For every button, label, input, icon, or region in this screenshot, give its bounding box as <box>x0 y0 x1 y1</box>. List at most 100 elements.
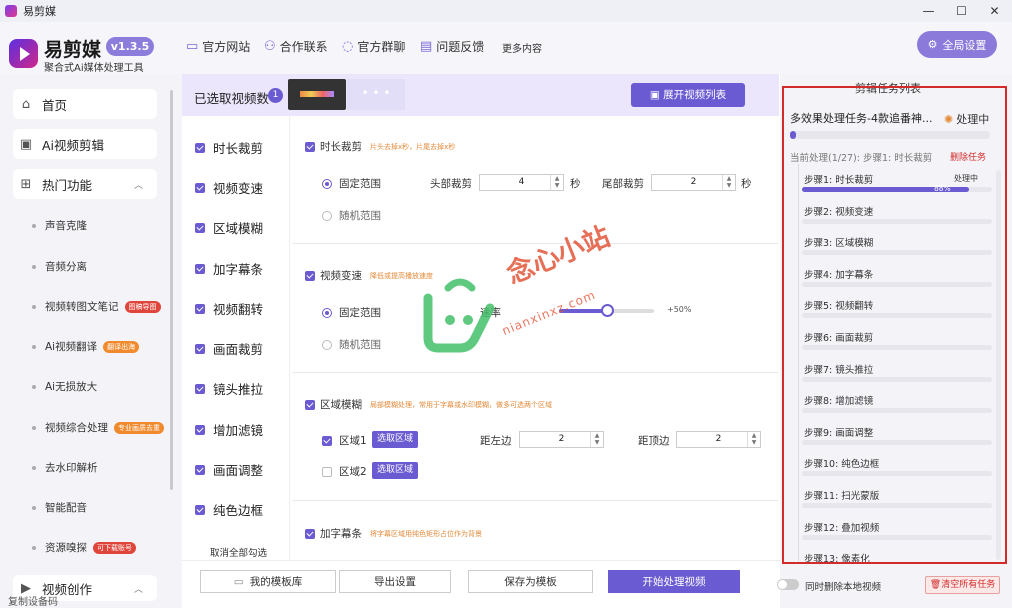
trim-section-title[interactable]: 时长裁剪 片头去掉x秒，片尾去掉x秒 <box>305 139 455 154</box>
feature-zoom-checkbox[interactable]: 镜头推拉 <box>195 379 263 398</box>
minimize-icon[interactable]: — <box>912 0 945 22</box>
nav-group-chat[interactable]: ◌ 官方群聊 <box>342 38 405 55</box>
my-templates-button[interactable]: ▭ 我的模板库 <box>200 570 336 593</box>
sidebar-item-video-process[interactable]: 视频综合处理 专业画质去重 <box>32 420 164 435</box>
task-step-progress <box>802 345 992 350</box>
task-list-highlight: 多效果处理任务-4款追番神... ✺ 处理中 当前处理(1/27): 步骤1: 时… <box>782 86 1007 564</box>
brand-subtitle: 聚合式Ai媒体处理工具 <box>44 63 144 74</box>
feature-flip-checkbox[interactable]: 视频翻转 <box>195 299 263 318</box>
sidebar-item-voice-clone[interactable]: 声音克隆 <box>32 218 87 233</box>
brand-name: 易剪媒 <box>44 39 102 61</box>
task-step-label: 步骤1: 时长裁剪 <box>804 175 874 186</box>
export-settings-button[interactable]: 导出设置 <box>339 570 451 593</box>
tail-trim-label: 尾部裁剪 <box>602 178 644 190</box>
trim-random-radio[interactable]: 随机范围 <box>322 208 381 223</box>
speed-section-title[interactable]: 视频变速 降低或提高播放速度 <box>305 268 433 283</box>
task-step-label: 步骤2: 视频变速 <box>804 206 874 218</box>
slider-handle[interactable] <box>600 304 614 317</box>
sidebar-item-dewatermark[interactable]: 去水印解析 <box>32 460 98 475</box>
trash-icon: 🗑 <box>929 580 942 590</box>
video-thumbnail[interactable] <box>288 79 346 110</box>
delete-task-button[interactable]: 删除任务 <box>950 150 986 163</box>
trim-fixed-radio[interactable]: 固定范围 <box>322 176 381 191</box>
task-step-progress <box>802 408 992 414</box>
divider <box>292 372 778 373</box>
expand-video-list-button[interactable]: ▣ 展开视频列表 <box>631 83 745 107</box>
home-icon: ⌂ <box>21 96 31 112</box>
head-trim-input[interactable]: 4 ▲ ▼ <box>479 174 564 191</box>
feature-adjust-checkbox[interactable]: 画面调整 <box>195 460 263 479</box>
speed-fixed-radio[interactable]: 固定范围 <box>322 305 381 320</box>
blur-section-title[interactable]: 区域模糊 局部模糊处理，常用于字幕或水印模糊，做多可选两个区域 <box>305 397 552 412</box>
feature-subtitle-checkbox[interactable]: 加字幕条 <box>195 259 263 278</box>
task-step-label: 步骤3: 区域模糊 <box>804 238 874 250</box>
task-step-progress <box>802 187 992 192</box>
sidebar-item-sniff[interactable]: 资源嗅探 可下载账号 <box>32 540 136 555</box>
task-step-label: 步骤10: 纯色边框 <box>804 459 880 471</box>
left-offset-input[interactable]: 2 ▲ ▼ <box>519 431 604 448</box>
sidebar-item-dubbing[interactable]: 智能配音 <box>32 500 87 515</box>
sidebar-item-video-notes[interactable]: 视频转图文笔记 图稿导图 <box>32 299 161 314</box>
close-icon[interactable]: ✕ <box>978 0 1011 22</box>
task-step-progress <box>802 503 992 508</box>
task-step-label: 步骤6: 画面裁剪 <box>804 333 874 344</box>
nav-official-site[interactable]: ▭ 官方网站 <box>186 38 250 55</box>
task-name: 多效果处理任务-4款追番神... <box>790 112 933 125</box>
feature-blur-checkbox[interactable]: 区域模糊 <box>195 218 263 237</box>
status-badge: 可下载账号 <box>93 541 136 554</box>
task-step-progress <box>802 250 992 256</box>
area2-checkbox[interactable]: 区域2 <box>322 464 367 479</box>
sidebar-item-ai-translate[interactable]: Ai视频翻译 翻译出海 <box>32 339 140 354</box>
expand-icon: ▣ <box>649 89 664 101</box>
step-connector <box>798 164 799 562</box>
sidebar-scrollbar[interactable] <box>170 90 173 490</box>
rate-value: +50% <box>667 305 692 314</box>
selected-count-badge: 1 <box>268 88 283 103</box>
sidebar-item-audio-split[interactable]: 音频分离 <box>32 259 87 274</box>
global-settings-button[interactable]: ⚙ 全局设置 <box>917 31 997 58</box>
settings-icon: ⚙ <box>927 38 938 51</box>
unit-label: 秒 <box>570 178 581 190</box>
task-status: ✺ 处理中 <box>944 112 990 127</box>
status-badge: 图稿导图 <box>124 300 161 313</box>
feature-trim-checkbox[interactable]: 时长裁剪 <box>195 138 263 157</box>
feature-speed-checkbox[interactable]: 视频变速 <box>195 178 263 197</box>
feature-filter-checkbox[interactable]: 增加滤镜 <box>195 420 263 439</box>
sidebar-item-ai-edit[interactable]: ▣ Ai视频剪辑 <box>13 129 157 159</box>
nav-more[interactable]: 更多内容 <box>502 40 542 55</box>
copy-device-code[interactable]: 复制设备码 <box>8 593 58 608</box>
nav-feedback[interactable]: ▤ 问题反馈 <box>420 38 484 55</box>
tail-trim-input[interactable]: 2 ▲ ▼ <box>651 174 736 191</box>
head-trim-label: 头部裁剪 <box>430 178 472 190</box>
uncheck-all-button[interactable]: 取消全部勾选 <box>210 545 267 559</box>
task-step-progress <box>802 376 992 382</box>
sync-delete-toggle[interactable] <box>777 579 799 590</box>
speed-random-radio[interactable]: 随机范围 <box>322 337 381 352</box>
task-step-progress <box>802 534 992 540</box>
sidebar-item-hot[interactable]: ⊞ 热门功能 ︿ <box>13 169 157 199</box>
title-bar: 易剪媒 — ☐ ✕ <box>0 0 1012 22</box>
select-area1-button[interactable]: 选取区域 <box>372 431 418 448</box>
sidebar-item-ai-upscale[interactable]: Ai无损放大 <box>32 379 97 394</box>
nav-cooperation[interactable]: ⚇ 合作联系 <box>264 38 328 55</box>
area1-checkbox[interactable]: 区域1 <box>322 433 367 448</box>
sidebar-item-home[interactable]: ⌂ 首页 <box>13 89 157 119</box>
task-scrollbar[interactable] <box>996 170 1001 560</box>
unit-label: 秒 <box>741 178 752 190</box>
chevron-up-icon: ︿ <box>133 584 143 595</box>
feature-border-checkbox[interactable]: 纯色边框 <box>195 500 263 519</box>
clear-all-tasks-button[interactable]: 🗑清空所有任务 <box>925 576 1000 594</box>
selected-label: 已选取视频数 <box>194 91 270 106</box>
save-template-button[interactable]: 保存为模板 <box>468 570 593 593</box>
feature-crop-checkbox[interactable]: 画面裁剪 <box>195 339 263 358</box>
select-area2-button[interactable]: 选取区域 <box>372 462 418 479</box>
maximize-icon[interactable]: ☐ <box>945 0 978 22</box>
video-thumbnail-placeholder: • • • <box>347 79 405 110</box>
task-step-progress <box>802 439 992 445</box>
start-processing-button[interactable]: 开始处理视频 <box>608 570 740 593</box>
logo-icon <box>9 39 38 68</box>
top-offset-input[interactable]: 2 ▲ ▼ <box>676 431 761 448</box>
task-step-label: 步骤11: 扫光蒙版 <box>804 491 880 502</box>
subtitle-section-title[interactable]: 加字幕条 将字幕区域用纯色矩形占位作为背景 <box>305 526 482 541</box>
step-percent: 88% <box>934 184 951 193</box>
